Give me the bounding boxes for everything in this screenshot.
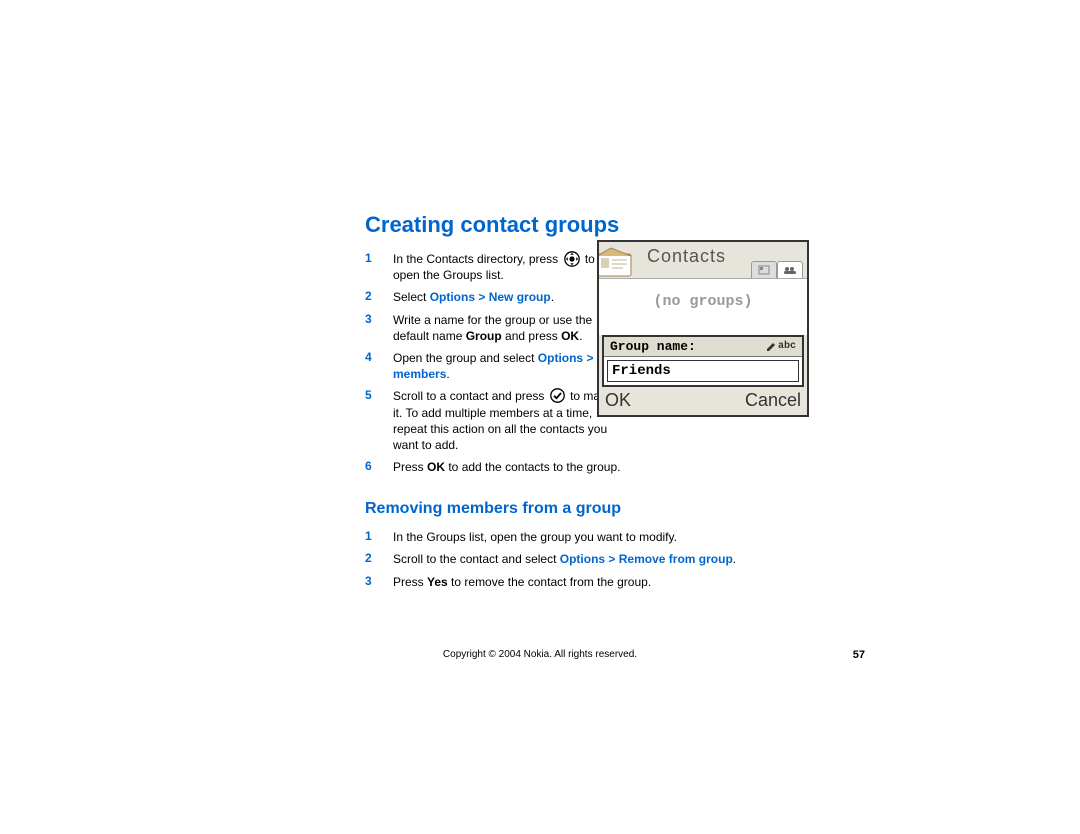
step-number: 2 [365, 286, 393, 308]
option-path: Options > Remove from group [560, 552, 733, 566]
step-number: 3 [365, 309, 393, 347]
step-number: 5 [365, 385, 393, 456]
step-text: Press Yes to remove the contact from the… [393, 571, 736, 593]
step-number: 6 [365, 456, 393, 478]
phone-no-groups-text: (no groups) [599, 279, 807, 310]
phone-tabs [751, 261, 803, 278]
key-label: OK [427, 460, 445, 474]
step-number: 3 [365, 571, 393, 593]
step-number: 4 [365, 347, 393, 385]
step-text: Scroll to the contact and select Options… [393, 548, 736, 570]
step-item: 6Press OK to add the contacts to the gro… [365, 456, 620, 478]
option-path: Options > New group [430, 290, 551, 304]
softkey-cancel: Cancel [745, 390, 801, 411]
phone-popup: Group name: abc Friends [602, 335, 804, 387]
pencil-icon [766, 342, 776, 352]
tab-group-icon [777, 261, 803, 278]
heading-creating-contact-groups: Creating contact groups [365, 212, 850, 238]
step-text: In the Contacts directory, press to open… [393, 248, 620, 286]
joystick-icon [564, 251, 580, 267]
step-number: 2 [365, 548, 393, 570]
step-item: 2Scroll to the contact and select Option… [365, 548, 736, 570]
step-text: In the Groups list, open the group you w… [393, 526, 736, 548]
step-number: 1 [365, 526, 393, 548]
page-number: 57 [853, 649, 865, 661]
steps-creating: 1In the Contacts directory, press to ope… [365, 248, 620, 478]
key-label: Yes [427, 575, 448, 589]
key-label: OK [561, 329, 579, 343]
step-text: Scroll to a contact and press to mark it… [393, 385, 620, 456]
tab-card-icon [751, 261, 777, 278]
softkey-ok: OK [605, 390, 631, 411]
step-item: 2Select Options > New group. [365, 286, 620, 308]
step-item: 4Open the group and select Options > Add… [365, 347, 620, 385]
check-icon [550, 388, 565, 403]
step-item: 1In the Contacts directory, press to ope… [365, 248, 620, 286]
steps-removing: 1In the Groups list, open the group you … [365, 526, 736, 593]
step-item: 5Scroll to a contact and press to mark i… [365, 385, 620, 456]
popup-label: Group name: [610, 339, 696, 354]
heading-removing-members: Removing members from a group [365, 500, 850, 518]
step-item: 3Write a name for the group or use the d… [365, 309, 620, 347]
footer-copyright: Copyright © 2004 Nokia. All rights reser… [0, 649, 1080, 660]
key-label: Group [466, 329, 502, 343]
step-item: 3Press Yes to remove the contact from th… [365, 571, 736, 593]
step-text: Write a name for the group or use the de… [393, 309, 620, 347]
group-name-input: Friends [607, 360, 799, 382]
phone-title: Contacts [647, 246, 726, 267]
step-text: Open the group and select Options > Add … [393, 347, 620, 385]
phone-illustration: Contacts (no groups) Group name: abc [597, 240, 809, 417]
option-path: Options > Add members [393, 351, 620, 381]
contacts-card-icon [599, 244, 639, 278]
step-number: 1 [365, 248, 393, 286]
input-mode-indicator: abc [766, 341, 796, 352]
step-text: Select Options > New group. [393, 286, 620, 308]
step-text: Press OK to add the contacts to the grou… [393, 456, 620, 478]
step-item: 1In the Groups list, open the group you … [365, 526, 736, 548]
